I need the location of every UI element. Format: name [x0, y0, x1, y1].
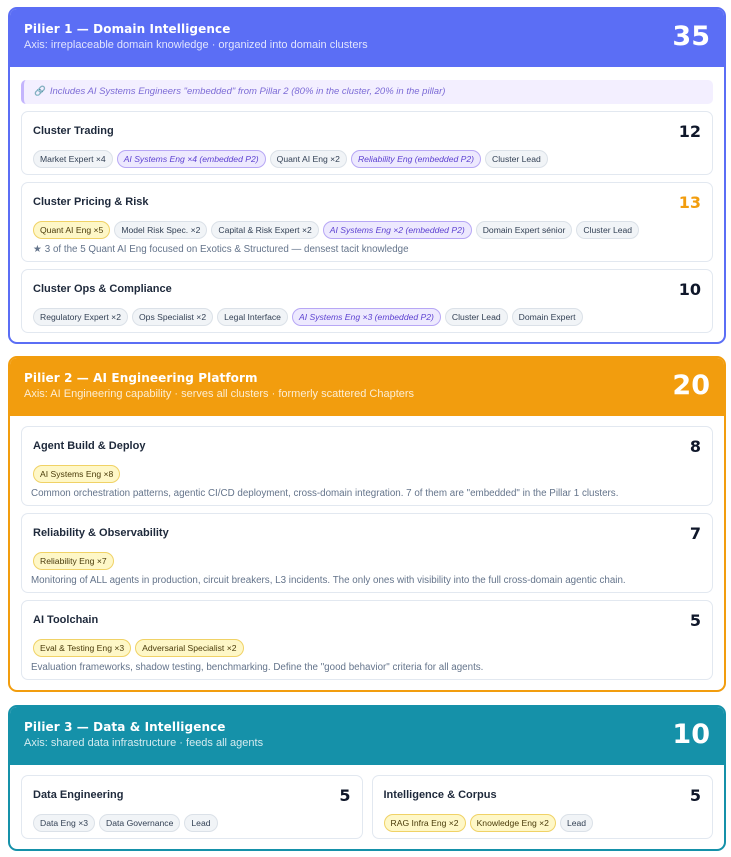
role-tag-embedded: Reliability Eng (embedded P2): [350, 150, 482, 168]
role-tag-highlight: Quant AI Eng ×5: [33, 221, 111, 239]
role-tag: Lead: [559, 814, 594, 832]
cluster-title: Data Engineering: [33, 789, 124, 801]
role-tag-highlight: Knowledge Eng ×2: [469, 814, 556, 832]
cluster-count: 8: [689, 437, 701, 456]
pillar-1: Pilier 1 — Domain Intelligence Axis: irr…: [8, 7, 726, 344]
role-tags: Quant AI Eng ×5 Model Risk Spec. ×2 Capi…: [33, 221, 701, 239]
cluster-title: Cluster Pricing & Risk: [33, 196, 149, 208]
role-tags: Reliability Eng ×7: [33, 552, 701, 570]
pillar-2-title: Pilier 2 — AI Engineering Platform: [24, 371, 258, 385]
cluster-count: 13: [678, 193, 701, 212]
role-tag-embedded: AI Systems Eng ×2 (embedded P2): [322, 221, 472, 239]
cluster-card-ops-compliance[interactable]: Cluster Ops & Compliance 10 Regulatory E…: [21, 269, 713, 333]
cluster-footnote: ★ 3 of the 5 Quant AI Eng focused on Exot…: [33, 244, 701, 255]
role-tag-highlight: RAG Infra Eng ×2: [383, 814, 466, 832]
pillar-3-title: Pilier 3 — Data & Intelligence: [24, 720, 226, 734]
cluster-title: Agent Build & Deploy: [33, 440, 146, 452]
cluster-count: 5: [339, 786, 351, 805]
role-tag: Domain Expert sénior: [475, 221, 573, 239]
cluster-count: 12: [678, 122, 701, 141]
role-tag-highlight: AI Systems Eng ×8: [33, 465, 121, 483]
cluster-card-pricing-risk[interactable]: Cluster Pricing & Risk 13 Quant AI Eng ×…: [21, 182, 713, 262]
role-tag: Lead: [184, 814, 218, 832]
pillar-3-axis: Axis: shared data infrastructure · feeds…: [24, 737, 264, 749]
star-icon: ★: [33, 244, 42, 255]
role-tag-highlight: Eval & Testing Eng ×3: [33, 639, 132, 657]
cluster-card-agent-build[interactable]: Agent Build & Deploy 8 AI Systems Eng ×8…: [21, 426, 713, 506]
pillar-1-count: 35: [672, 21, 710, 52]
pillar-2-body: Agent Build & Deploy 8 AI Systems Eng ×8…: [10, 416, 724, 680]
cluster-title: Cluster Trading: [33, 125, 114, 137]
cluster-card-intelligence-corpus[interactable]: Intelligence & Corpus 5 RAG Infra Eng ×2…: [371, 775, 713, 839]
pillar-1-body: 🔗 Includes AI Systems Engineers "embedded…: [10, 67, 724, 333]
role-tag: Market Expert ×4: [33, 150, 113, 168]
pillar-1-axis: Axis: irreplaceable domain knowledge · o…: [24, 39, 368, 51]
pillar-1-title: Pilier 1 — Domain Intelligence: [24, 22, 231, 36]
role-tags: Regulatory Expert ×2 Ops Specialist ×2 L…: [33, 308, 701, 326]
role-tag: Cluster Lead: [576, 221, 640, 239]
role-tag: Data Governance: [99, 814, 181, 832]
role-tags: Market Expert ×4 AI Systems Eng ×4 (embe…: [33, 150, 701, 168]
role-tags: Eval & Testing Eng ×3 Adversarial Specia…: [33, 639, 701, 657]
role-tag: Ops Specialist ×2: [131, 308, 214, 326]
role-tag: Data Eng ×3: [33, 814, 96, 832]
cluster-count: 7: [689, 524, 701, 543]
role-tag-highlight: Adversarial Specialist ×2: [135, 639, 244, 657]
cluster-card-data-engineering[interactable]: Data Engineering 5 Data Eng ×3 Data Gove…: [21, 775, 363, 839]
cluster-title: AI Toolchain: [33, 614, 99, 626]
role-tag: Quant AI Eng ×2: [269, 150, 347, 168]
cluster-title: Reliability & Observability: [33, 527, 169, 539]
cluster-title: Cluster Ops & Compliance: [33, 283, 172, 295]
role-tag: Cluster Lead: [444, 308, 508, 326]
cluster-description: Monitoring of ALL agents in production, …: [31, 575, 626, 586]
pillar-2: Pilier 2 — AI Engineering Platform Axis:…: [8, 356, 726, 692]
cluster-description: Evaluation frameworks, shadow testing, b…: [31, 662, 484, 673]
role-tag: Legal Interface: [217, 308, 288, 326]
role-tag-embedded: AI Systems Eng ×4 (embedded P2): [116, 150, 266, 168]
role-tag-embedded: AI Systems Eng ×3 (embedded P2): [291, 308, 441, 326]
embedded-note: 🔗 Includes AI Systems Engineers "embedded…: [21, 80, 713, 104]
cluster-card-reliability[interactable]: Reliability & Observability 7 Reliabilit…: [21, 513, 713, 593]
pillar-1-header: Pilier 1 — Domain Intelligence Axis: irr…: [10, 9, 724, 67]
pillar-3-body: Data Engineering 5 Data Eng ×3 Data Gove…: [10, 765, 724, 839]
role-tags: AI Systems Eng ×8: [33, 465, 701, 483]
role-tag: Cluster Lead: [485, 150, 548, 168]
pillar-3: Pilier 3 — Data & Intelligence Axis: sha…: [8, 705, 726, 851]
role-tags: RAG Infra Eng ×2 Knowledge Eng ×2 Lead: [383, 814, 702, 832]
role-tags: Data Eng ×3 Data Governance Lead: [33, 814, 351, 832]
role-tag: Regulatory Expert ×2: [33, 308, 128, 326]
pillar-3-count: 10: [672, 719, 710, 750]
pillar-2-axis: Axis: AI Engineering capability · serves…: [24, 388, 415, 400]
cluster-title: Intelligence & Corpus: [383, 789, 497, 801]
cluster-card-ai-toolchain[interactable]: AI Toolchain 5 Eval & Testing Eng ×3 Adv…: [21, 600, 713, 680]
role-tag: Model Risk Spec. ×2: [114, 221, 208, 239]
role-tag: Domain Expert: [511, 308, 583, 326]
cluster-count: 10: [678, 280, 701, 299]
cluster-description: Common orchestration patterns, agentic C…: [31, 488, 619, 499]
pillar-3-header: Pilier 3 — Data & Intelligence Axis: sha…: [10, 707, 724, 765]
cluster-count: 5: [689, 611, 701, 630]
role-tag: Capital & Risk Expert ×2: [211, 221, 319, 239]
cluster-card-trading[interactable]: Cluster Trading 12 Market Expert ×4 AI S…: [21, 111, 713, 175]
pillar-2-header: Pilier 2 — AI Engineering Platform Axis:…: [10, 358, 724, 416]
paperclip-icon: 🔗: [34, 86, 46, 97]
cluster-footnote-text: 3 of the 5 Quant AI Eng focused on Exoti…: [44, 244, 409, 255]
cluster-count: 5: [689, 786, 701, 805]
pillar-3-clusters: Data Engineering 5 Data Eng ×3 Data Gove…: [21, 775, 713, 839]
pillar-2-count: 20: [672, 370, 710, 401]
embedded-note-text: Includes AI Systems Engineers "embedded"…: [49, 86, 446, 97]
role-tag-highlight: Reliability Eng ×7: [33, 552, 114, 570]
